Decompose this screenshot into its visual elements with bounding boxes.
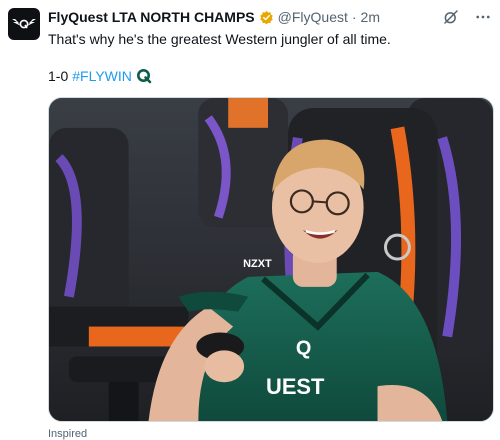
flyquest-logo-icon	[12, 19, 36, 29]
score-text: 1-0	[48, 68, 69, 84]
tweet-text: That's why he's the greatest Western jun…	[48, 31, 391, 47]
separator-dot: ·	[351, 9, 357, 25]
grok-icon[interactable]	[442, 8, 460, 26]
svg-text:NZXT: NZXT	[243, 258, 272, 270]
svg-text:Q: Q	[296, 337, 311, 359]
tweet-actions-top	[442, 8, 492, 26]
svg-text:UEST: UEST	[266, 374, 325, 399]
avatar[interactable]	[8, 8, 40, 40]
tweet-text-line2: 1-0 #FLYWIN	[48, 67, 152, 85]
media-caption: Inspired	[48, 428, 88, 440]
player-photo: UEST Q NZXT	[49, 98, 493, 421]
timestamp[interactable]: 2m	[361, 9, 380, 25]
hashtag-link[interactable]: #FLYWIN	[72, 67, 132, 85]
more-options-icon[interactable]	[474, 8, 492, 26]
flyquest-q-icon	[136, 68, 152, 84]
tweet-header: FlyQuest LTA NORTH CHAMPS @FlyQuest · 2m	[48, 7, 440, 27]
tweet-photo[interactable]: UEST Q NZXT	[48, 97, 494, 422]
verified-badge-icon	[259, 10, 274, 25]
display-name[interactable]: FlyQuest LTA NORTH CHAMPS	[48, 9, 255, 25]
author-handle[interactable]: @FlyQuest	[278, 9, 348, 25]
